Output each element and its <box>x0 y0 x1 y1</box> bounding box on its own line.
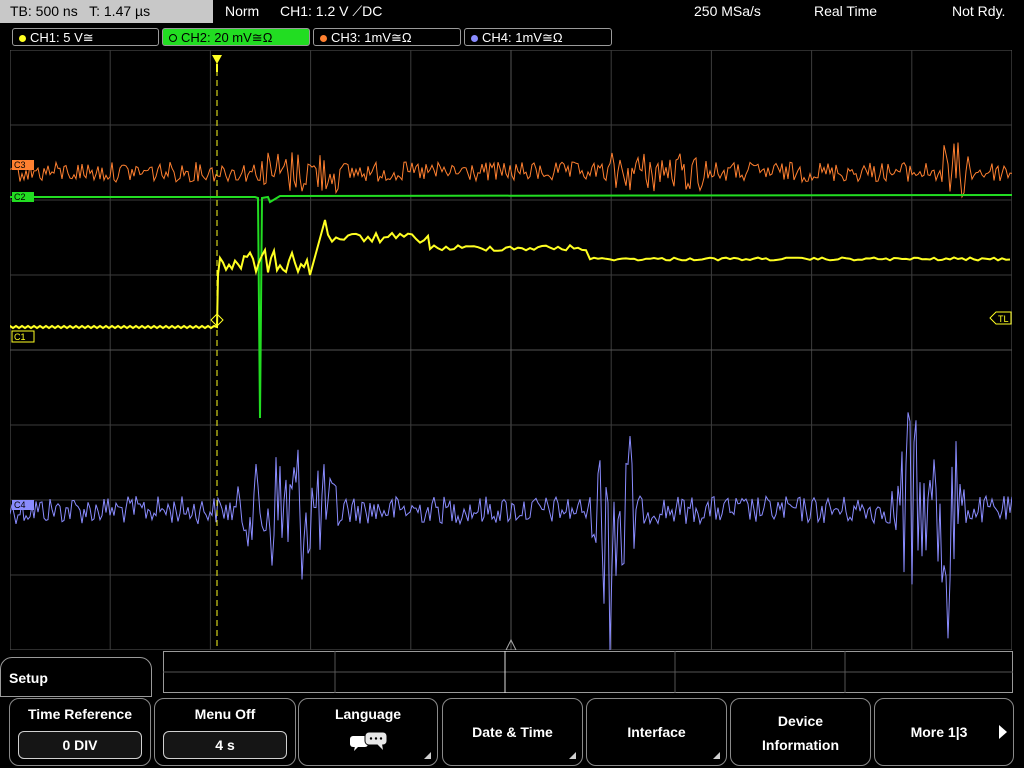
submenu-indicator-icon <box>424 752 431 759</box>
channel-1-label: CH1: 5 V≅ <box>30 30 94 45</box>
ch4-offset-marker[interactable]: C4 <box>12 500 34 510</box>
submenu-indicator-icon <box>713 752 720 759</box>
channel-4-label: CH4: 1mV≅Ω <box>482 30 563 45</box>
language-softkey[interactable]: Language <box>298 698 438 766</box>
menu-off-value[interactable]: 4 s <box>163 731 287 759</box>
device-information-label-2: Information <box>762 737 839 753</box>
timebase-text: TB: 500 ns T: 1.47 µs <box>10 3 151 19</box>
ch2-offset-marker[interactable]: C2 <box>12 192 34 202</box>
more-softkey[interactable]: More 1|3 <box>874 698 1014 766</box>
acquisition-state: Not Rdy. <box>952 3 1006 19</box>
ch2-marker-label: C2 <box>14 192 26 202</box>
waveform-display[interactable]: C3 C2 C1 C4 TL <box>10 50 1012 650</box>
date-time-label: Date & Time <box>472 724 553 740</box>
interface-softkey[interactable]: Interface <box>586 698 727 766</box>
menu-off-label: Menu Off <box>194 706 256 722</box>
language-label: Language <box>334 706 402 722</box>
menu-off-softkey[interactable]: Menu Off 4 s <box>154 698 296 766</box>
setup-menu-title: Setup <box>0 657 152 697</box>
acquisition-mode: Real Time <box>814 3 878 19</box>
sample-rate: 250 MSa/s <box>694 3 761 19</box>
channel-4-tab[interactable]: CH4: 1mV≅Ω <box>464 28 612 46</box>
trigger-mode[interactable]: Norm <box>225 0 259 23</box>
time-reference-softkey[interactable]: Time Reference 0 DIV <box>9 698 151 766</box>
date-time-softkey[interactable]: Date & Time <box>442 698 583 766</box>
ch3-marker-label: C3 <box>14 160 26 170</box>
channel-2-tab[interactable]: CH2: 20 mV≅Ω <box>162 28 310 46</box>
channel-1-tab[interactable]: CH1: 5 V≅ <box>12 28 159 46</box>
channel-4-dot-icon <box>471 35 478 42</box>
timebase-display[interactable]: TB: 500 ns T: 1.47 µs <box>0 0 213 23</box>
channel-3-tab[interactable]: CH3: 1mV≅Ω <box>313 28 461 46</box>
overview-strip <box>163 651 1013 693</box>
ch3-offset-marker[interactable]: C3 <box>12 160 34 170</box>
channel-3-label: CH3: 1mV≅Ω <box>331 30 412 45</box>
interface-label: Interface <box>627 724 686 740</box>
more-label: More 1|3 <box>910 724 968 740</box>
channel-3-dot-icon <box>320 35 327 42</box>
device-information-softkey[interactable]: Device Information <box>730 698 871 766</box>
device-information-label-1: Device <box>777 713 824 729</box>
channel-1-dot-icon <box>19 35 26 42</box>
ch4-marker-label: C4 <box>14 500 26 510</box>
trigger-level-label: TL <box>998 314 1009 324</box>
channel-2-dot-icon <box>169 34 177 42</box>
ch1-offset-marker[interactable]: C1 <box>11 330 35 343</box>
time-reference-label: Time Reference <box>27 706 132 722</box>
submenu-indicator-icon <box>569 752 576 759</box>
time-reference-value[interactable]: 0 DIV <box>18 731 142 759</box>
next-page-arrow-icon <box>999 725 1007 739</box>
ch1-marker-label: C1 <box>14 332 26 342</box>
channel-2-label: CH2: 20 mV≅Ω <box>181 30 273 45</box>
speech-bubble-icon <box>350 731 388 751</box>
trigger-source[interactable]: CH1: 1.2 V ⟋DC <box>280 0 382 23</box>
